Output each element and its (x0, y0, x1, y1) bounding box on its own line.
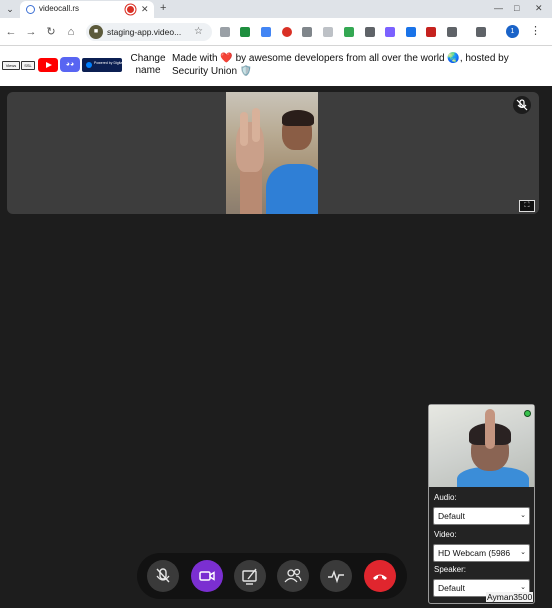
fullscreen-icon[interactable]: ⛶ (519, 200, 535, 212)
hangup-icon (373, 574, 387, 580)
puzzle-icon[interactable] (447, 27, 457, 37)
chevron-down-icon: ⌄ (520, 549, 526, 556)
hangup-button[interactable] (364, 560, 396, 592)
camera-icon[interactable] (302, 27, 312, 37)
video-select[interactable]: HD Webcam (5986 ⌄ (433, 544, 530, 562)
finger (240, 112, 248, 146)
finger (252, 108, 260, 142)
app-header: Views SSL ◕◕ Powered by DigitalOcean Cha… (0, 46, 552, 86)
screen-share-button[interactable] (234, 560, 266, 592)
digitalocean-badge[interactable]: Powered by DigitalOcean (82, 58, 134, 72)
pen-icon[interactable] (365, 27, 375, 37)
extension-icon[interactable] (220, 27, 230, 37)
self-finger (485, 409, 495, 449)
remote-shirt (266, 164, 318, 214)
more-menu-icon[interactable]: ⋮ (530, 24, 541, 38)
bookmark-star-icon[interactable]: ☆ (194, 25, 203, 39)
mic-off-icon (156, 568, 170, 583)
extension-icon[interactable] (426, 27, 436, 37)
browser-tab[interactable]: videocall.rs ✕ (20, 1, 154, 18)
diagnostics-button[interactable] (320, 560, 352, 592)
home-icon[interactable]: ⌂ (64, 25, 78, 39)
connection-status-dot (524, 410, 531, 417)
sidebar-icon[interactable] (476, 27, 486, 37)
ssl-badge[interactable]: SSL (21, 61, 35, 70)
youtube-icon[interactable] (38, 58, 58, 72)
diagnostics-icon (328, 569, 344, 584)
shield-icon[interactable] (323, 27, 333, 37)
made-with-text: Made with ❤️ by awesome developers from … (172, 53, 509, 77)
browser-toolbar: ← → ↻ ⌂ ■ staging-app.video... ☆ 1 ⋮ (0, 18, 552, 46)
audio-label: Audio: (434, 493, 457, 502)
video-icon (199, 571, 215, 581)
extension-icon[interactable] (406, 27, 416, 37)
made-with-middle: by awesome developers from all over the … (235, 53, 445, 64)
reload-icon[interactable]: ↻ (44, 25, 58, 39)
new-tab-button[interactable]: + (160, 1, 166, 16)
made-with-prefix: Made with (172, 53, 218, 64)
self-video (429, 405, 534, 487)
video-select-value: HD Webcam (5986 (438, 548, 511, 558)
address-bar[interactable]: ■ staging-app.video... ☆ (86, 23, 212, 41)
heart-icon: ❤️ (220, 53, 233, 64)
remote-hair (282, 110, 314, 126)
browser-tab-strip: ⌄ videocall.rs ✕ + — □ ✕ (0, 0, 552, 18)
checkmark-icon[interactable] (344, 27, 354, 37)
extension-icon[interactable] (282, 27, 292, 37)
recording-icon (127, 6, 134, 13)
video-toggle-button[interactable] (191, 560, 223, 592)
tab-search-icon[interactable]: ⌄ (3, 2, 17, 16)
audio-select[interactable]: Default ⌄ (433, 507, 530, 525)
window-close-icon[interactable]: ✕ (535, 2, 543, 15)
peers-button[interactable] (277, 560, 309, 592)
url-text: staging-app.video... (107, 27, 182, 37)
call-controls (137, 553, 407, 599)
chevron-down-icon: ⌄ (520, 512, 526, 519)
mic-off-svg (516, 99, 528, 111)
speaker-label: Speaker: (434, 565, 467, 574)
extension-icon[interactable] (240, 27, 250, 37)
mic-off-icon (513, 96, 531, 114)
peers-icon (284, 568, 302, 583)
translate-icon[interactable] (261, 27, 271, 37)
tab-title: videocall.rs (39, 4, 80, 13)
shield-icon: 🛡️ (239, 66, 253, 77)
screen-share-icon (242, 568, 257, 585)
call-stage: ⛶ Audio: Default ⌄ Video: HD Webcam (598… (0, 86, 552, 608)
self-view-panel: Audio: Default ⌄ Video: HD Webcam (5986 … (428, 404, 535, 604)
mic-toggle-button[interactable] (147, 560, 179, 592)
video-label: Video: (434, 530, 457, 539)
speaker-select-value: Default (438, 583, 465, 593)
site-camera-icon[interactable]: ■ (89, 25, 103, 39)
change-name-button[interactable]: Change name (128, 53, 168, 77)
discord-icon[interactable]: ◕◕ (60, 57, 80, 72)
back-icon[interactable]: ← (4, 25, 18, 39)
user-name-label: Ayman3500 (486, 592, 534, 602)
extension-icon[interactable] (385, 27, 395, 37)
remote-hand (236, 108, 264, 172)
globe-icon (26, 5, 35, 14)
globe-icon: 🌏 (447, 53, 460, 64)
remote-peer-tile[interactable]: ⛶ (7, 92, 539, 214)
remote-video (226, 92, 318, 214)
tab-close-icon[interactable]: ✕ (141, 3, 149, 15)
maximize-icon[interactable]: □ (514, 2, 519, 15)
views-badge[interactable]: Views (2, 61, 20, 70)
profile-avatar[interactable]: 1 (506, 25, 519, 38)
audio-select-value: Default (438, 511, 465, 521)
forward-icon[interactable]: → (24, 25, 38, 39)
minimize-icon[interactable]: — (494, 2, 503, 15)
